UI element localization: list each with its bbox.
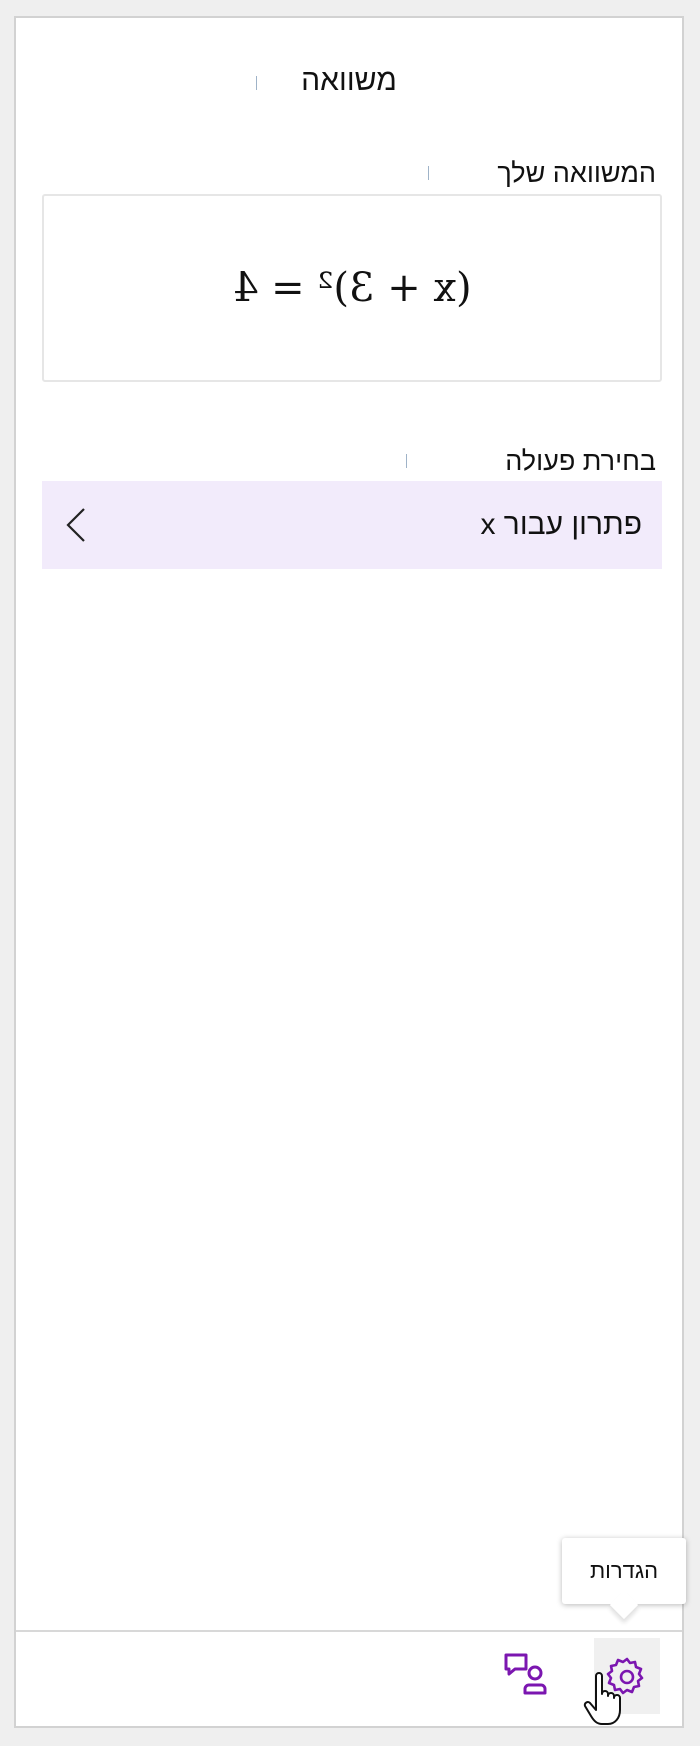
equation-text: (x + 3)² = 4	[232, 265, 472, 311]
equation-section-label: המשוואה שלך	[497, 158, 656, 188]
pane-title: משוואה	[301, 64, 397, 97]
chat-person-icon	[504, 1653, 547, 1695]
chevron-left-icon	[66, 508, 85, 542]
feedback-button[interactable]	[498, 1644, 554, 1704]
action-section-label: בחירת פעולה	[505, 446, 656, 476]
action-item-label: פתרון עבור x	[480, 508, 642, 541]
tooltip-text: הגדרות	[589, 1558, 659, 1583]
solve-for-x-action[interactable]: פתרון עבור x	[42, 481, 662, 569]
equation-display: (x + 3)² = 4	[42, 194, 662, 382]
hand-cursor-icon	[583, 1672, 621, 1725]
settings-tooltip: הגדרות	[562, 1538, 686, 1620]
tick-mark	[428, 166, 429, 180]
tick-mark	[256, 76, 257, 90]
tick-mark	[406, 454, 407, 468]
math-pane: משוואה המשוואה שלך (x + 3)² = 4 בחירת פע…	[14, 16, 684, 1728]
